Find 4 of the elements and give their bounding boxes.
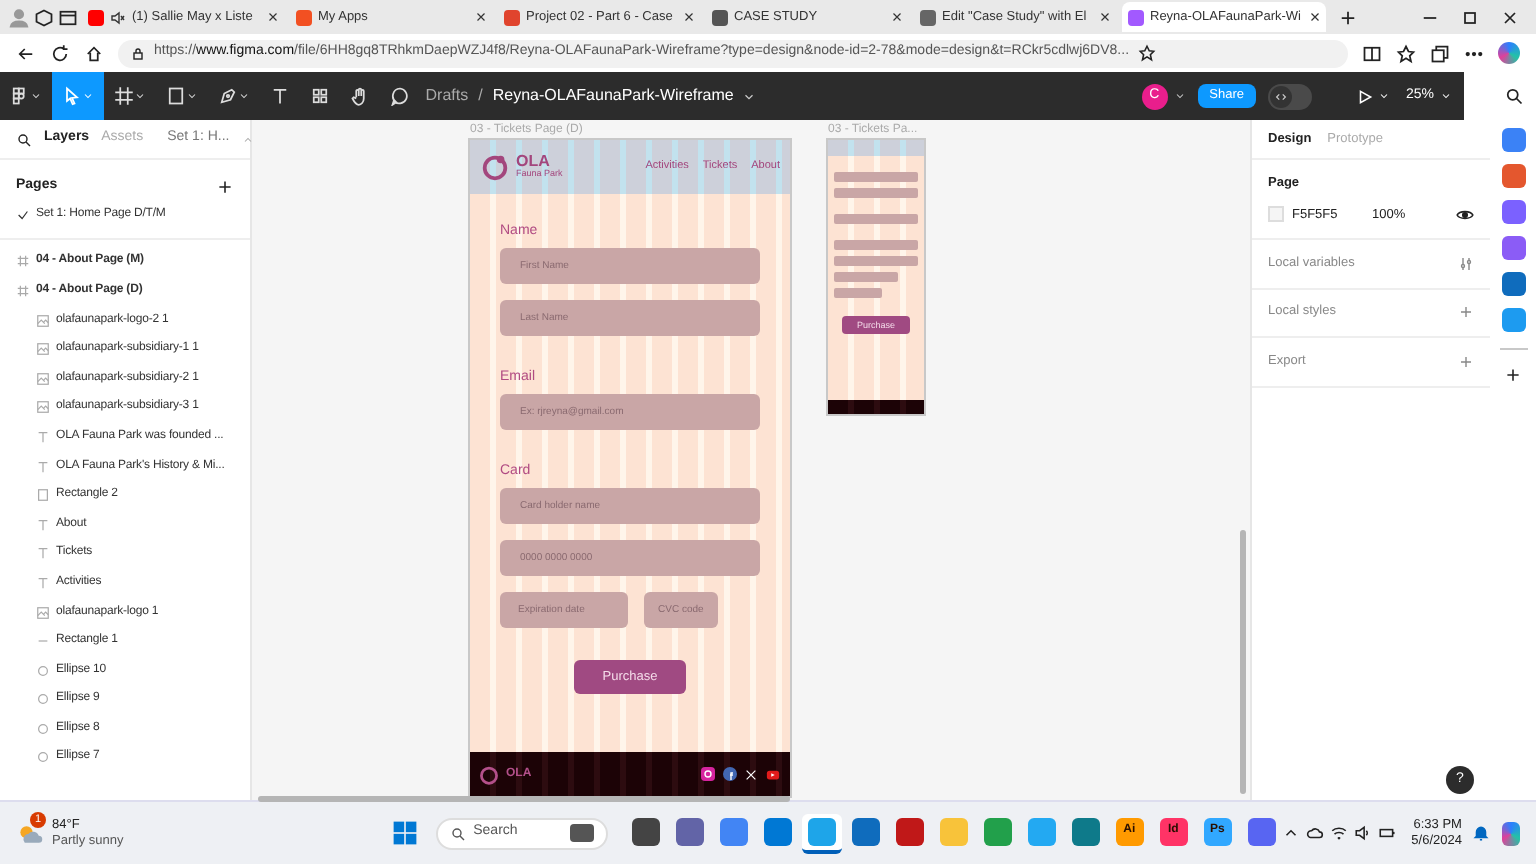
breadcrumb-link[interactable]: Drafts bbox=[425, 84, 469, 108]
file-name[interactable]: Reyna-OLAFaunaPark-Wireframe bbox=[492, 84, 734, 108]
breadcrumb-separator: / bbox=[478, 84, 483, 108]
logo-text: OLA bbox=[516, 154, 550, 171]
